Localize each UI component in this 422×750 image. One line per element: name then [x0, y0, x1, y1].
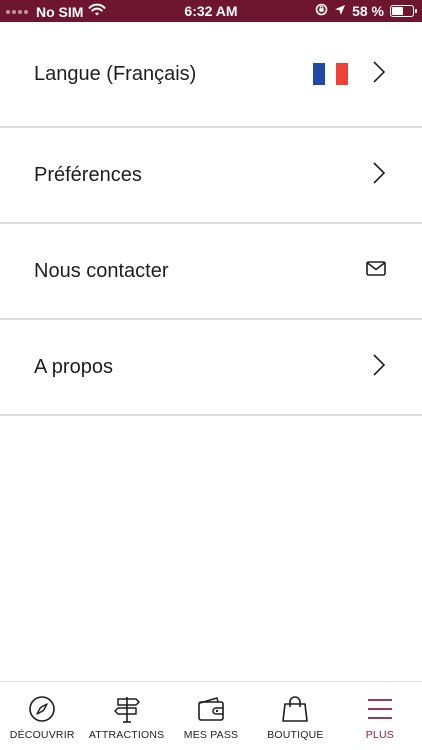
menu-item-trailing	[372, 161, 386, 190]
menu-item-language[interactable]: Langue (Français)	[0, 22, 422, 128]
battery-level	[392, 7, 404, 15]
envelope-icon	[366, 261, 386, 281]
menu-item-about[interactable]: A propos	[0, 320, 422, 416]
status-right: 58 %	[315, 3, 417, 19]
menu-item-label: Nous contacter	[34, 259, 169, 282]
tab-boutique[interactable]: BOUTIQUE	[253, 682, 337, 750]
compass-icon	[28, 695, 56, 723]
menu-item-contact[interactable]: Nous contacter	[0, 224, 422, 320]
chevron-right-icon	[372, 161, 386, 190]
tab-label: MES PASS	[183, 729, 239, 741]
menu-item-label: Langue (Français)	[34, 62, 197, 85]
chevron-right-icon	[372, 353, 386, 382]
france-flag-icon	[313, 63, 349, 85]
tab-label: DÉCOUVRIR	[9, 729, 75, 741]
shopping-bag-icon	[281, 695, 309, 723]
tab-plus[interactable]: PLUS	[338, 682, 422, 750]
settings-menu: Langue (Français) Préférences Nous conta…	[0, 22, 422, 416]
tab-mes-pass[interactable]: MES PASS	[169, 682, 253, 750]
menu-item-label: Préférences	[34, 163, 142, 186]
chevron-right-icon	[372, 60, 386, 89]
tab-label: ATTRACTIONS	[88, 729, 165, 741]
location-arrow-icon	[334, 3, 346, 19]
wallet-icon	[197, 695, 225, 723]
signpost-icon	[112, 695, 142, 723]
tab-bar: DÉCOUVRIR ATTRACTIONS MES PASS BOUTIQUE …	[0, 681, 422, 750]
battery-percent: 58 %	[352, 3, 384, 19]
battery-icon	[390, 5, 417, 17]
orientation-lock-icon	[315, 3, 328, 19]
menu-item-preferences[interactable]: Préférences	[0, 128, 422, 224]
tab-label: PLUS	[365, 729, 394, 741]
tab-attractions[interactable]: ATTRACTIONS	[84, 682, 168, 750]
tab-decouvrir[interactable]: DÉCOUVRIR	[0, 682, 84, 750]
menu-item-trailing	[372, 353, 386, 382]
tab-label: BOUTIQUE	[267, 729, 324, 741]
menu-item-trailing	[313, 60, 386, 89]
menu-icon	[366, 695, 394, 723]
menu-item-label: A propos	[34, 355, 113, 378]
menu-item-trailing	[366, 261, 386, 281]
status-bar: No SIM 6:32 AM 58 %	[0, 0, 422, 22]
